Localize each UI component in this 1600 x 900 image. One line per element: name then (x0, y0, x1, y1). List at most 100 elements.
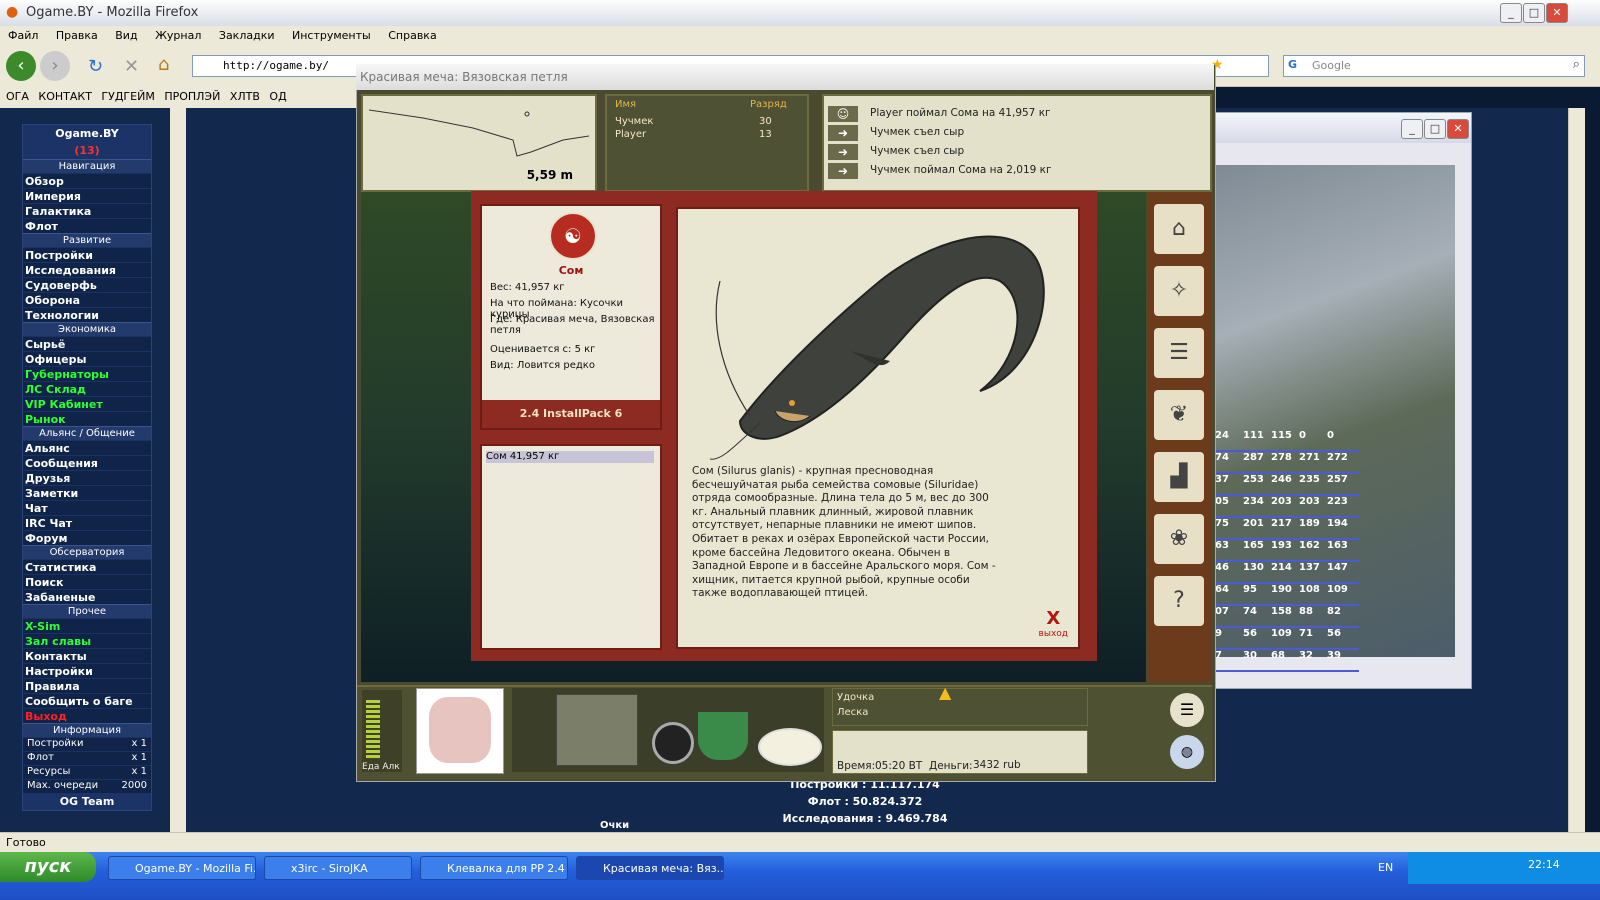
laurel-icon[interactable]: ❦ (1154, 390, 1204, 440)
forward-button[interactable]: › (40, 51, 70, 81)
tackle-box-icon[interactable] (556, 694, 638, 766)
help-icon[interactable]: ? (1154, 576, 1204, 626)
nav-item[interactable]: ЛС Склад (23, 381, 151, 396)
nav-item[interactable]: Оборона (23, 292, 151, 307)
nav-item[interactable]: Сырьё (23, 336, 151, 351)
player-name[interactable]: Player (615, 129, 646, 140)
bookmark-oga[interactable]: ОГА (6, 86, 29, 108)
start-button[interactable]: пуск (0, 852, 96, 882)
grid-cell: 56 (1327, 628, 1341, 639)
list-icon[interactable]: ☰ (1170, 693, 1204, 727)
nav-item[interactable]: Судоверфь (23, 277, 151, 292)
bg-maximize-button[interactable]: □ (1424, 119, 1446, 139)
search-input[interactable]: G Google ⌕ (1283, 55, 1585, 77)
menu-help[interactable]: Справка (388, 26, 436, 46)
event-log: ☺ Player поймал Сома на 41,957 кг ➜ Чучм… (822, 94, 1212, 192)
nav-item[interactable]: Альянс (23, 440, 151, 455)
back-button[interactable]: ‹ (6, 51, 36, 81)
search-icon[interactable]: ⌕ (1573, 57, 1580, 72)
nav-item[interactable]: Империя (23, 188, 151, 203)
nav-item[interactable]: Офицеры (23, 351, 151, 366)
globe-icon[interactable]: ◍ (1170, 735, 1204, 769)
compass-item-icon[interactable] (652, 722, 694, 764)
nav-item[interactable]: Чат (23, 500, 151, 515)
task-x3irc[interactable]: x3irc - SiroJKA (264, 856, 412, 880)
bookmark-gudgeim[interactable]: ГУДГЕЙМ (101, 86, 154, 108)
nav-item[interactable]: Рынок (23, 411, 151, 426)
grid-row: 9 56 109 71 56 (1215, 628, 1359, 650)
nav-item[interactable]: IRC Чат (23, 515, 151, 530)
nav-item[interactable]: Заметки (23, 485, 151, 500)
nav-section-header: Развитие (23, 233, 151, 247)
grid-row: 24 111 115 0 0 (1215, 430, 1359, 452)
reload-icon[interactable]: ↻ (88, 56, 103, 77)
exit-button[interactable]: X выход (1039, 608, 1068, 639)
nav-item[interactable]: VIP Кабинет (23, 396, 151, 411)
nav-item[interactable]: Галактика (23, 203, 151, 218)
house-icon[interactable]: ⌂ (1154, 204, 1204, 254)
food-plate-icon[interactable] (758, 728, 822, 766)
nav-item[interactable]: Губернаторы (23, 366, 151, 381)
nav-item[interactable]: Забаненые (23, 589, 151, 604)
nav-item[interactable]: Постройки (23, 247, 151, 262)
nav-frame-scrollbar[interactable] (170, 108, 186, 833)
nav-item[interactable]: Статистика (23, 559, 151, 574)
nav-item[interactable]: Исследования (23, 262, 151, 277)
grapes-icon[interactable]: ❀ (1154, 514, 1204, 564)
menu-view[interactable]: Вид (115, 26, 137, 46)
nav-item[interactable]: Настройки (23, 663, 151, 678)
language-indicator[interactable]: EN (1378, 861, 1393, 874)
nav-item[interactable]: Друзья (23, 470, 151, 485)
bookmark-hltv[interactable]: ХЛТВ (230, 86, 260, 108)
nav-item[interactable]: Выход (23, 708, 151, 723)
nav-item[interactable]: Поиск (23, 574, 151, 589)
bait-slot[interactable] (416, 688, 504, 774)
bookmark-od[interactable]: ОД (269, 86, 286, 108)
menu-tools[interactable]: Инструменты (292, 26, 371, 46)
menu-file[interactable]: Файл (8, 26, 38, 46)
home-icon[interactable]: ⌂ (158, 54, 169, 75)
nav-item[interactable]: X-Sim (23, 618, 151, 633)
fish-bucket-icon[interactable] (698, 712, 748, 760)
bookmark-proplay[interactable]: ПРОПЛЭЙ (164, 86, 220, 108)
info-value: x 1 (131, 752, 147, 763)
nav-section-header: Альянс / Общение (23, 426, 151, 440)
log-entry: ☺ Player поймал Сома на 41,957 кг (824, 105, 1204, 123)
minimize-button[interactable]: _ (1500, 3, 1522, 23)
stop-icon[interactable]: ✕ (124, 56, 139, 77)
podium-icon[interactable]: ▟ (1154, 452, 1204, 502)
grid-cell: 257 (1327, 474, 1348, 485)
google-icon[interactable]: G (1288, 58, 1297, 71)
chat-icon[interactable]: ☰ (1154, 328, 1204, 378)
task-klevalka[interactable]: Клевалка для РР 2.4 (420, 856, 568, 880)
nav-section-header: Обсерватория (23, 545, 151, 559)
compass-icon[interactable]: ✧ (1154, 266, 1204, 316)
nav-item[interactable]: Технологии (23, 307, 151, 322)
bg-close-button[interactable]: ✕ (1447, 119, 1469, 139)
menu-history[interactable]: Журнал (155, 26, 201, 46)
page-scrollbar[interactable] (1568, 108, 1585, 848)
bg-minimize-button[interactable]: _ (1401, 119, 1423, 139)
list-item[interactable]: Сом 41,957 кг (486, 451, 654, 463)
grid-row: 05 234 203 203 223 (1215, 496, 1359, 518)
nav-item[interactable]: Флот (23, 218, 151, 233)
nav-item[interactable]: Зал славы (23, 633, 151, 648)
grid-cell: 37 (1215, 474, 1229, 485)
grid-cell: 95 (1243, 584, 1257, 595)
bookmark-kontakt[interactable]: КОНТАКТ (38, 86, 92, 108)
nav-item[interactable]: Сообщения (23, 455, 151, 470)
close-button[interactable]: ✕ (1546, 3, 1568, 23)
nav-item[interactable]: Форум (23, 530, 151, 545)
nav-item[interactable]: Обзор (23, 173, 151, 188)
task-game[interactable]: Красивая меча: Вяз... (576, 856, 724, 880)
menu-bookmarks[interactable]: Закладки (219, 26, 275, 46)
maximize-button[interactable]: □ (1523, 3, 1545, 23)
nav-item[interactable]: Сообщить о баге (23, 693, 151, 708)
menu-edit[interactable]: Правка (56, 26, 98, 46)
log-entry: ➜ Чучмек съел сыр (824, 124, 1204, 142)
nav-item[interactable]: Правила (23, 678, 151, 693)
grid-cell: 235 (1299, 474, 1320, 485)
task-firefox[interactable]: Ogame.BY - Mozilla Fi... (108, 856, 256, 880)
nav-item[interactable]: Контакты (23, 648, 151, 663)
player-name[interactable]: Чучмек (615, 116, 653, 127)
